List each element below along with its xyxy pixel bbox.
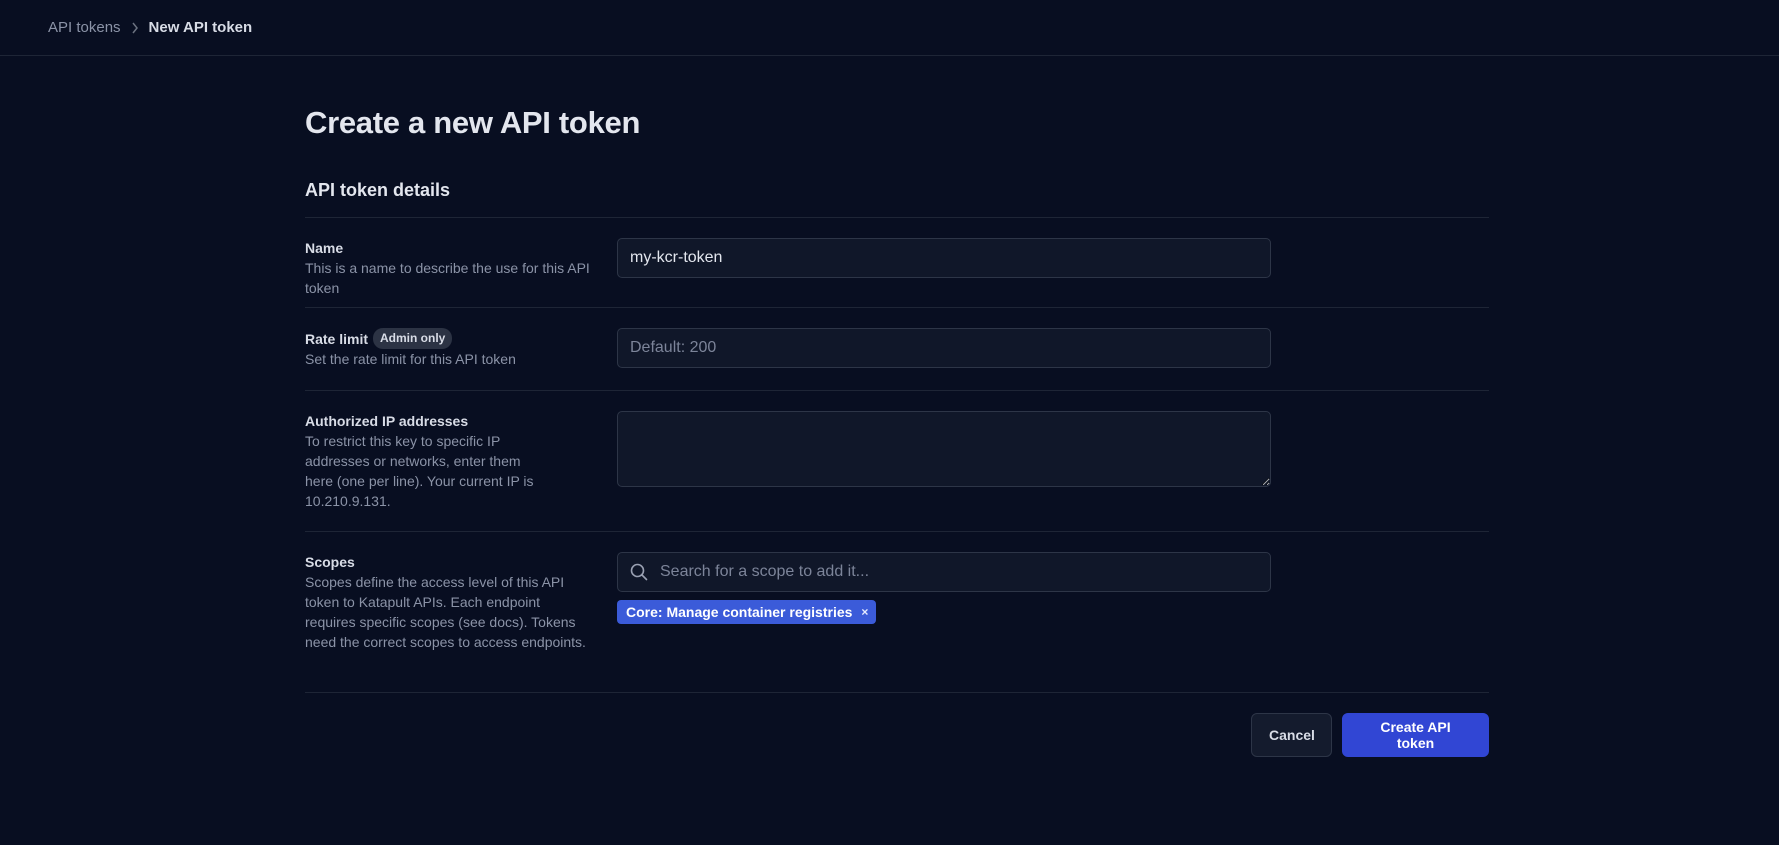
ip-addresses-row: Authorized IP addresses To restrict this… (305, 391, 1489, 532)
scope-chip: Core: Manage container registries × (617, 600, 877, 624)
rate-limit-row: Rate limit Admin only Set the rate limit… (305, 308, 1489, 391)
remove-scope-icon[interactable]: × (861, 605, 868, 619)
name-row: Name This is a name to describe the use … (305, 218, 1489, 308)
scope-search (617, 552, 1271, 592)
name-description: This is a name to describe the use for t… (305, 260, 590, 296)
scope-chip-label: Core: Manage container registries (626, 604, 853, 620)
breadcrumb-api-tokens-link[interactable]: API tokens (48, 19, 121, 36)
main-content: Create a new API token API token details… (305, 56, 1489, 757)
page-title: Create a new API token (305, 105, 641, 140)
ip-addresses-textarea[interactable] (617, 411, 1271, 487)
ip-addresses-label: Authorized IP addresses (305, 413, 469, 429)
form-actions: Cancel Create API token (305, 713, 1489, 757)
admin-only-badge: Admin only (373, 328, 453, 349)
section-title: API token details (305, 180, 1489, 218)
chevron-right-icon (131, 22, 139, 34)
rate-limit-description: Set the rate limit for this API token (305, 351, 516, 367)
ip-addresses-description: To restrict this key to specific IP addr… (305, 433, 534, 509)
create-api-token-button[interactable]: Create API token (1342, 713, 1489, 757)
breadcrumb: API tokens New API token (0, 0, 1779, 56)
rate-limit-label: Rate limit (305, 330, 369, 347)
scope-search-input[interactable] (617, 552, 1271, 592)
name-input[interactable] (617, 238, 1271, 278)
name-label: Name (305, 240, 344, 256)
scopes-label: Scopes (305, 554, 355, 570)
cancel-button[interactable]: Cancel (1251, 713, 1332, 757)
breadcrumb-current: New API token (148, 19, 253, 36)
rate-limit-input[interactable] (617, 328, 1271, 368)
scopes-row: Scopes Scopes define the access level of… (305, 532, 1489, 693)
search-icon (630, 563, 648, 581)
scopes-description: Scopes define the access level of this A… (305, 574, 586, 650)
